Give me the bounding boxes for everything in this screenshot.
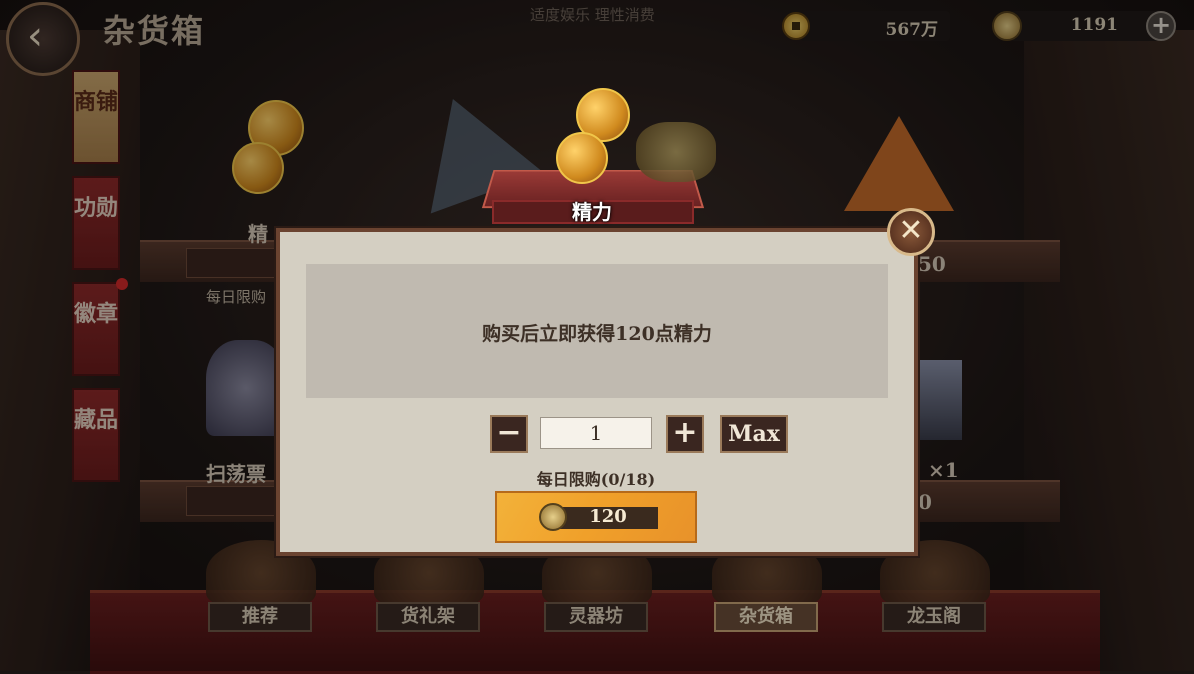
item-description: 购买后立即获得120点精力 bbox=[482, 323, 712, 345]
energy-gourd-icon-lower bbox=[556, 132, 608, 184]
jade-currency-icon-buy bbox=[539, 503, 567, 531]
buy-price: 120 bbox=[589, 506, 627, 527]
max-quantity-button[interactable]: Max bbox=[720, 415, 788, 453]
quantity-decrease-button[interactable]: − bbox=[490, 415, 528, 453]
quantity-field[interactable]: 1 bbox=[540, 417, 652, 449]
daily-limit-text: 每日限购(0/18) bbox=[536, 470, 656, 489]
coin-pile-icon bbox=[636, 122, 716, 182]
close-button[interactable]: ✕ bbox=[887, 208, 935, 256]
modal-item-name: 精力 bbox=[572, 200, 612, 224]
quantity-increase-button[interactable]: + bbox=[666, 415, 704, 453]
